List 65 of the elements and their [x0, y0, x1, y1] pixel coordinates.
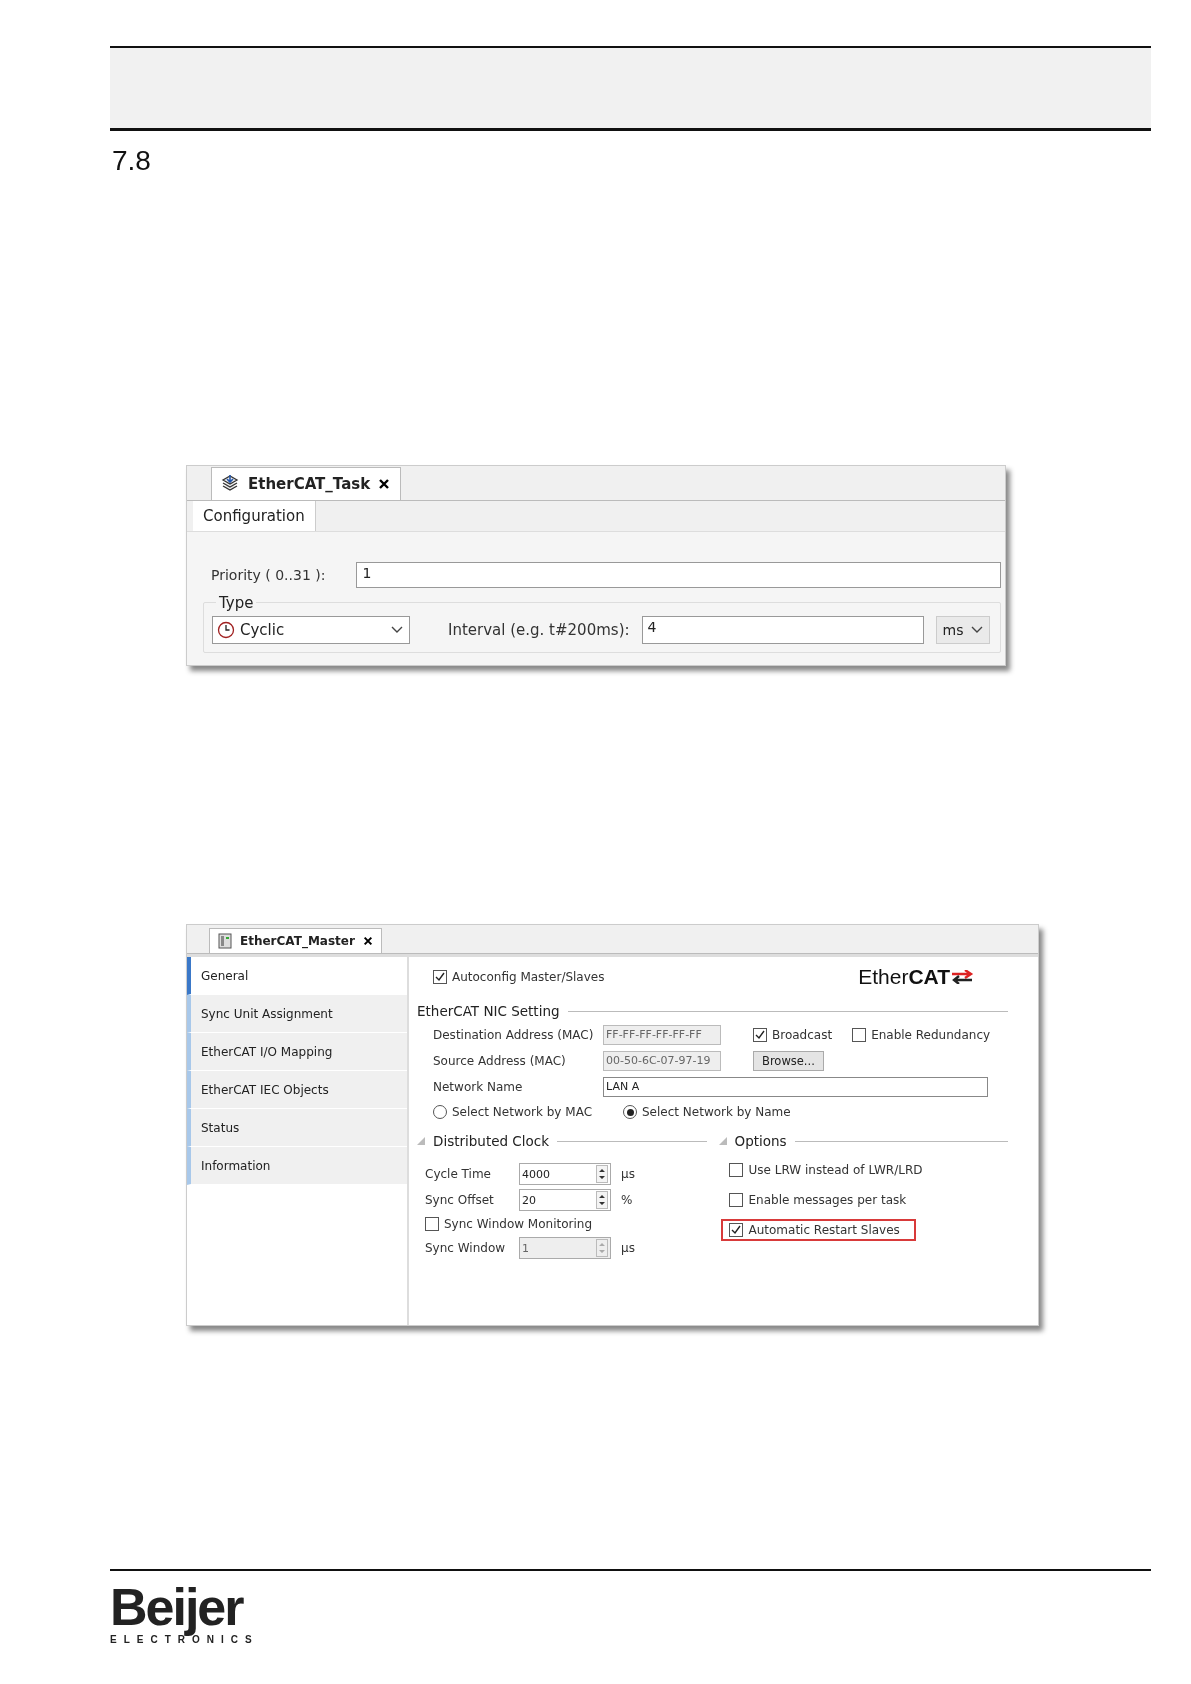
radio-label: Select Network by MAC	[452, 1105, 592, 1119]
autoconfig-label: Autoconfig Master/Slaves	[452, 970, 605, 984]
checkbox-label: Enable messages per task	[748, 1193, 907, 1207]
unit-dropdown[interactable]: ms	[935, 616, 990, 644]
type-dropdown[interactable]: Cyclic	[212, 616, 410, 644]
spin-label: Sync Window	[425, 1241, 507, 1255]
nav-item[interactable]: EtherCAT I/O Mapping	[187, 1033, 407, 1071]
unit-label: %	[621, 1193, 633, 1207]
browse-button[interactable]: Browse...	[753, 1051, 824, 1071]
editor-tab[interactable]: EtherCAT_Task	[211, 467, 402, 500]
clock-icon	[217, 621, 235, 639]
priority-label: Priority ( 0..31 ):	[211, 567, 326, 583]
caret-icon	[391, 626, 403, 634]
unit-label: µs	[621, 1167, 635, 1181]
unit-label: µs	[621, 1241, 635, 1255]
spin-field[interactable]: 20	[519, 1189, 611, 1211]
priority-field[interactable]: 1	[356, 562, 1001, 588]
section-title: Options	[734, 1133, 787, 1149]
type-group-title: Type	[216, 594, 257, 612]
section-title: EtherCAT NIC Setting	[417, 1003, 560, 1019]
close-icon[interactable]	[378, 478, 391, 490]
spinner-arrows-icon	[596, 1239, 608, 1257]
source-field[interactable]: 00-50-6C-07-97-19	[603, 1051, 721, 1071]
ethercat-logo: EtherCAT	[858, 965, 974, 989]
autoconfig-checkbox[interactable]	[433, 970, 447, 984]
device-icon	[218, 933, 232, 949]
radio-button[interactable]	[623, 1105, 637, 1119]
destination-label: Destination Address (MAC)	[433, 1028, 595, 1042]
broadcast-label: Broadcast	[772, 1028, 833, 1042]
network-name-field[interactable]: LAN A	[603, 1077, 988, 1097]
checkbox[interactable]	[728, 1193, 743, 1207]
spin-label: Sync Offset	[425, 1193, 495, 1207]
radio-label: Select Network by Name	[642, 1105, 791, 1119]
nav-item[interactable]: EtherCAT IEC Objects	[187, 1071, 407, 1109]
interval-label: Interval (e.g. t#200ms):	[448, 621, 630, 639]
radio-button[interactable]	[433, 1105, 447, 1119]
checkbox-label: Sync Window Monitoring	[444, 1217, 593, 1231]
spin-label: Cycle Time	[425, 1167, 492, 1181]
spinner-arrows-icon	[596, 1191, 608, 1209]
destination-field[interactable]: FF-FF-FF-FF-FF-FF	[603, 1025, 721, 1045]
configuration-tab[interactable]: Configuration	[193, 501, 316, 531]
redundancy-checkbox[interactable]	[852, 1028, 867, 1042]
tab-title: EtherCAT_Master	[240, 934, 355, 948]
checkbox-label: Automatic Restart Slaves	[748, 1223, 900, 1237]
section-title: Distributed Clock	[433, 1133, 550, 1149]
section-number: 7.8	[112, 145, 151, 177]
caret-icon	[970, 626, 983, 634]
checkbox[interactable]	[728, 1223, 743, 1237]
checkbox[interactable]	[728, 1163, 743, 1177]
network-name-label: Network Name	[433, 1080, 524, 1094]
redundancy-label: Enable Redundancy	[871, 1028, 991, 1042]
close-icon[interactable]	[362, 936, 373, 946]
beijer-logo: Beijer ELECTRONICS	[110, 1581, 259, 1645]
broadcast-checkbox[interactable]	[753, 1028, 767, 1042]
interval-field[interactable]: 4	[641, 616, 924, 644]
nav-item[interactable]: Information	[187, 1147, 407, 1185]
spinner-arrows-icon	[596, 1165, 608, 1183]
nav-item[interactable]: Status	[187, 1109, 407, 1147]
tab-title: EtherCAT_Task	[248, 475, 371, 493]
source-label: Source Address (MAC)	[433, 1054, 567, 1068]
nav-item[interactable]: Sync Unit Assignment	[187, 995, 407, 1033]
spin-field[interactable]: 4000	[519, 1163, 611, 1185]
checkbox[interactable]	[425, 1217, 439, 1231]
editor-tab[interactable]: EtherCAT_Master	[209, 928, 382, 953]
checkbox-label: Use LRW instead of LWR/LRD	[748, 1163, 923, 1177]
